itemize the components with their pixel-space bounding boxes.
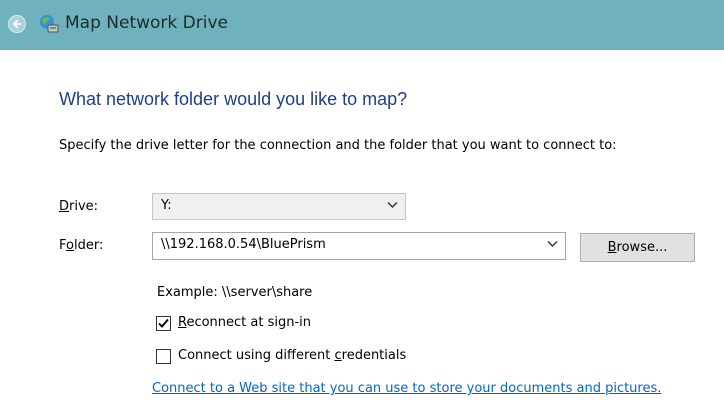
example-text: Example: \\server\share	[157, 285, 313, 300]
network-drive-icon	[40, 15, 59, 33]
folder-label: Folder:	[59, 238, 104, 253]
folder-input[interactable]: \\192.168.0.54\BluePrism	[152, 232, 566, 260]
drive-label: Drive:	[59, 199, 99, 214]
web-site-link[interactable]: Connect to a Web site that you can use t…	[152, 381, 661, 396]
back-arrow-icon	[12, 19, 21, 29]
chevron-down-icon[interactable]	[547, 240, 558, 248]
credentials-label[interactable]: Connect using different credentials	[178, 348, 406, 363]
drive-dropdown[interactable]: Y:	[152, 193, 406, 220]
reconnect-label[interactable]: Reconnect at sign-in	[178, 315, 311, 330]
chevron-down-icon	[387, 202, 398, 208]
folder-value: \\192.168.0.54\BluePrism	[161, 237, 326, 252]
instruction-text: Specify the drive letter for the connect…	[59, 138, 617, 153]
browse-button[interactable]: Browse...	[580, 233, 695, 262]
credentials-checkbox[interactable]	[156, 349, 171, 364]
title-bar: Map Network Drive	[0, 0, 724, 50]
page-heading: What network folder would you like to ma…	[59, 89, 408, 109]
drive-value: Y:	[161, 198, 172, 213]
back-button[interactable]	[8, 15, 26, 33]
checkmark-icon	[158, 318, 169, 328]
reconnect-checkbox[interactable]	[156, 316, 171, 331]
window-title: Map Network Drive	[65, 13, 228, 33]
